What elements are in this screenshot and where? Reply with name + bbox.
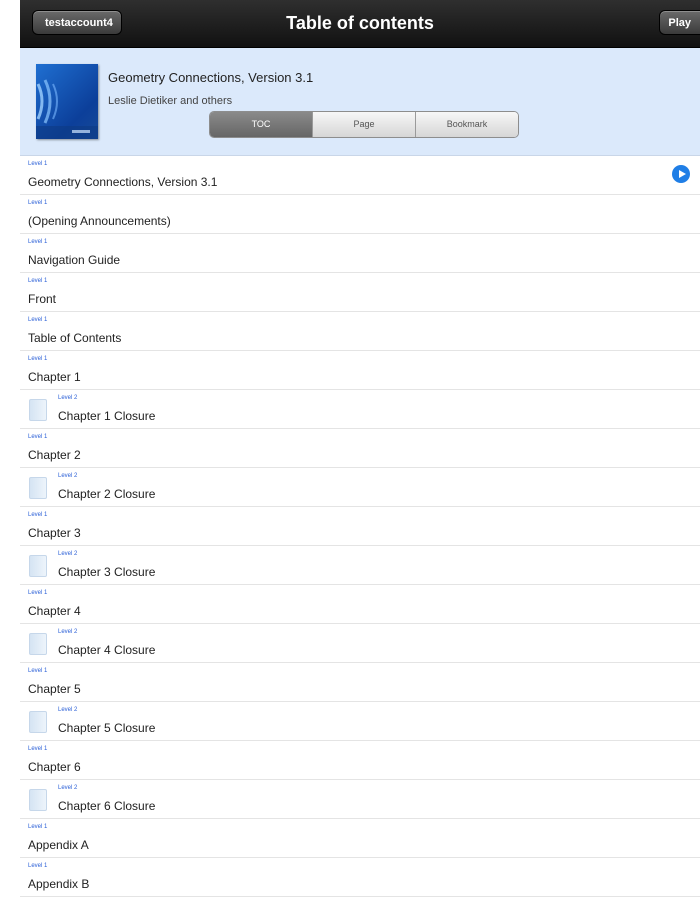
play-icon[interactable]: [672, 165, 690, 183]
level-label: Level 1: [28, 278, 48, 284]
level-label: Level 2: [58, 785, 78, 791]
tab-page[interactable]: Page: [312, 112, 415, 137]
page-title: Table of contents: [286, 13, 434, 33]
level-label: Level 2: [58, 707, 78, 713]
level-label: Level 1: [28, 824, 48, 830]
document-icon: [29, 789, 47, 811]
toc-row[interactable]: Level 2 Chapter 5 Closure: [20, 702, 700, 741]
toc-row[interactable]: Level 1 Front: [20, 273, 700, 312]
tab-toc[interactable]: TOC: [210, 112, 312, 137]
app-screen: testaccount4 Table of contents Play Geom…: [20, 0, 700, 898]
toc-row[interactable]: Level 1 Chapter 4: [20, 585, 700, 624]
level-label: Level 1: [28, 200, 48, 206]
toc-item-title: Chapter 3 Closure: [58, 565, 156, 579]
level-label: Level 1: [28, 863, 48, 869]
toc-row[interactable]: Level 1 Chapter 5: [20, 663, 700, 702]
book-header: Geometry Connections, Version 3.1 Leslie…: [20, 48, 700, 156]
level-label: Level 1: [28, 512, 48, 518]
book-author: Leslie Dietiker and others: [108, 95, 233, 107]
toc-item-title: Chapter 5: [28, 682, 81, 696]
toc-item-title: Chapter 2 Closure: [58, 487, 156, 501]
level-label: Level 2: [58, 551, 78, 557]
toc-list: Level 1 Geometry Connections, Version 3.…: [20, 156, 700, 897]
toc-item-title: Chapter 4: [28, 604, 81, 618]
toc-row[interactable]: Level 1 Appendix B: [20, 858, 700, 897]
toc-item-title: Chapter 2: [28, 448, 81, 462]
level-label: Level 1: [28, 317, 48, 323]
level-label: Level 1: [28, 668, 48, 674]
toc-row[interactable]: Level 1 Chapter 1: [20, 351, 700, 390]
level-label: Level 1: [28, 590, 48, 596]
book-cover-image: [36, 64, 98, 139]
toc-item-title: Navigation Guide: [28, 253, 121, 267]
toc-item-title: Geometry Connections, Version 3.1: [28, 175, 218, 189]
navigation-bar: testaccount4 Table of contents Play: [20, 0, 700, 48]
document-icon: [29, 711, 47, 733]
document-icon: [29, 477, 47, 499]
level-label: Level 1: [28, 239, 48, 245]
book-title: Geometry Connections, Version 3.1: [108, 70, 314, 85]
level-label: Level 1: [28, 356, 48, 362]
toc-row[interactable]: Level 1 Chapter 3: [20, 507, 700, 546]
tab-bookmark[interactable]: Bookmark: [415, 112, 518, 137]
toc-item-title: Front: [28, 292, 57, 306]
toc-row[interactable]: Level 1 Chapter 6: [20, 741, 700, 780]
toc-item-title: Chapter 6: [28, 760, 81, 774]
document-icon: [29, 633, 47, 655]
toc-item-title: Appendix A: [28, 838, 89, 852]
level-label: Level 2: [58, 473, 78, 479]
level-label: Level 1: [28, 434, 48, 440]
toc-item-title: Table of Contents: [28, 331, 122, 345]
toc-item-title: Chapter 4 Closure: [58, 643, 156, 657]
view-segmented-control: TOC Page Bookmark: [209, 111, 519, 138]
toc-item-title: Chapter 3: [28, 526, 81, 540]
level-label: Level 2: [58, 629, 78, 635]
level-label: Level 2: [58, 395, 78, 401]
toc-row[interactable]: Level 1 (Opening Announcements): [20, 195, 700, 234]
toc-item-title: Chapter 6 Closure: [58, 799, 156, 813]
toc-row[interactable]: Level 1 Geometry Connections, Version 3.…: [20, 156, 700, 195]
level-label: Level 1: [28, 746, 48, 752]
toc-row[interactable]: Level 2 Chapter 6 Closure: [20, 780, 700, 819]
level-label: Level 1: [28, 161, 48, 167]
toc-item-title: Chapter 1: [28, 370, 81, 384]
document-icon: [29, 555, 47, 577]
toc-item-title: Chapter 5 Closure: [58, 721, 156, 735]
document-icon: [29, 399, 47, 421]
play-button[interactable]: Play: [659, 10, 700, 35]
toc-item-title: Chapter 1 Closure: [58, 409, 156, 423]
toc-row[interactable]: Level 1 Appendix A: [20, 819, 700, 858]
toc-row[interactable]: Level 2 Chapter 2 Closure: [20, 468, 700, 507]
toc-row[interactable]: Level 1 Table of Contents: [20, 312, 700, 351]
toc-row[interactable]: Level 1 Chapter 2: [20, 429, 700, 468]
toc-row[interactable]: Level 1 Navigation Guide: [20, 234, 700, 273]
toc-row[interactable]: Level 2 Chapter 4 Closure: [20, 624, 700, 663]
toc-row[interactable]: Level 2 Chapter 3 Closure: [20, 546, 700, 585]
toc-item-title: Appendix B: [28, 877, 90, 891]
toc-item-title: (Opening Announcements): [28, 214, 171, 228]
toc-row[interactable]: Level 2 Chapter 1 Closure: [20, 390, 700, 429]
